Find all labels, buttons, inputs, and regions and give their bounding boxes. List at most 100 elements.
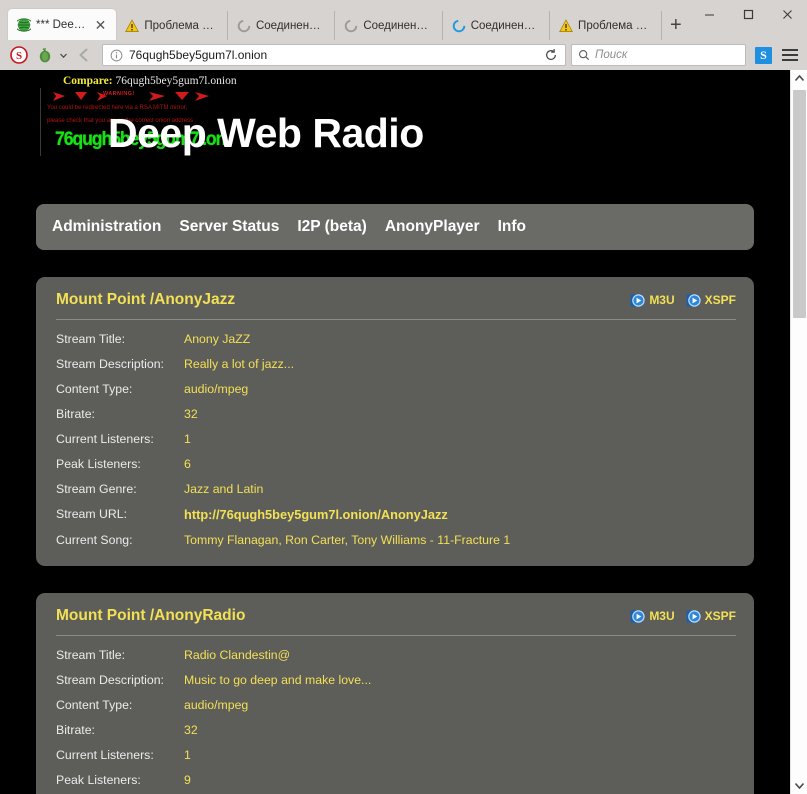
close-button[interactable] xyxy=(768,0,807,28)
browser-titlebar: *** Deep ...✕ Проблема пр... Соединение...… xyxy=(0,0,807,40)
tab-label: Соединение... xyxy=(471,20,541,32)
onion-icon[interactable] xyxy=(34,43,56,67)
browser-tab[interactable]: Соединение... xyxy=(228,11,335,40)
nav-link-administration[interactable]: Administration xyxy=(52,218,161,236)
hamburger-menu-icon[interactable] xyxy=(778,43,802,67)
search-bar[interactable]: Поиск xyxy=(571,44,746,66)
playlist-links: M3U XSPF xyxy=(630,609,736,624)
playlist-link-xspf[interactable]: XSPF xyxy=(686,293,736,308)
mount-point-header: Mount Point /AnonyRadio M3U XSPF xyxy=(56,607,736,635)
playlist-links: M3U XSPF xyxy=(630,293,736,308)
loading-icon xyxy=(237,19,251,33)
torbutton-dropdown-caret-icon[interactable] xyxy=(58,43,69,67)
stream-info-row: Current Song:Tommy Flanagan, Ron Carter,… xyxy=(56,527,736,552)
back-button-icon[interactable] xyxy=(71,43,97,67)
browser-tab[interactable]: Проблема пр... xyxy=(550,11,662,40)
play-icon xyxy=(686,293,701,308)
stream-info-table: Stream Title:Radio Clandestin@Stream Des… xyxy=(56,642,736,792)
stream-info-value: audio/mpeg xyxy=(184,692,736,717)
playlist-link-xspf[interactable]: XSPF xyxy=(686,609,736,624)
playlist-link-m3u[interactable]: M3U xyxy=(630,609,674,624)
stream-info-label: Content Type: xyxy=(56,376,184,401)
mount-point-title: Mount Point /AnonyRadio xyxy=(56,607,245,625)
scroll-down-arrow-icon[interactable] xyxy=(791,777,807,794)
url-text[interactable]: 76qugh5bey5gum7l.onion xyxy=(129,48,538,62)
stream-info-value: audio/mpeg xyxy=(184,376,736,401)
warning-icon xyxy=(125,19,139,33)
reload-button-icon[interactable] xyxy=(544,48,562,62)
stream-info-row: Stream Genre:Jazz and Latin xyxy=(56,476,736,501)
minimize-button[interactable] xyxy=(690,0,729,28)
mount-point-title: Mount Point /AnonyJazz xyxy=(56,291,235,309)
scrollbar-track[interactable] xyxy=(791,87,807,777)
maximize-button[interactable] xyxy=(729,0,768,28)
nav-link-i2p-beta[interactable]: I2P (beta) xyxy=(297,218,367,236)
warning-icon xyxy=(559,19,573,33)
tab-label: Проблема пр... xyxy=(578,20,653,32)
browser-toolbar: S 76qugh5be xyxy=(0,40,807,70)
stream-info-label: Peak Listeners: xyxy=(56,451,184,476)
play-icon xyxy=(630,293,645,308)
tab-strip: *** Deep ...✕ Проблема пр... Соединение...… xyxy=(0,0,690,40)
nav-link-server-status[interactable]: Server Status xyxy=(179,218,279,236)
stream-info-value: Jazz and Latin xyxy=(184,476,736,501)
stream-info-value: 6 xyxy=(184,451,736,476)
compare-url: 76qugh5bey5gum7l.onion xyxy=(116,75,237,87)
stream-info-label: Stream Description: xyxy=(56,351,184,376)
stream-info-label: Content Type: xyxy=(56,692,184,717)
search-placeholder: Поиск xyxy=(595,49,627,61)
stream-info-value: 32 xyxy=(184,717,736,742)
stream-info-value: 32 xyxy=(184,401,736,426)
stream-info-label: Current Song: xyxy=(56,527,184,552)
mount-points-list: Mount Point /AnonyJazz M3U XSPF Stream Titl… xyxy=(0,277,790,794)
compare-label: Compare: xyxy=(63,75,113,87)
stream-info-value: 9 xyxy=(184,767,736,792)
browser-tab[interactable]: Соединение... xyxy=(443,11,550,40)
tab-close-icon[interactable]: ✕ xyxy=(93,18,109,32)
noscript-icon[interactable]: S xyxy=(6,43,32,67)
stream-info-label: Stream Genre: xyxy=(56,476,184,501)
new-tab-button[interactable]: + xyxy=(662,11,690,40)
play-icon xyxy=(686,609,701,624)
browser-window: *** Deep ...✕ Проблема пр... Соединение...… xyxy=(0,0,807,794)
stream-info-label: Bitrate: xyxy=(56,717,184,742)
window-controls xyxy=(690,0,807,40)
scroll-up-arrow-icon[interactable] xyxy=(791,70,807,87)
playlist-link-label: XSPF xyxy=(705,609,736,623)
site-nav-menu: Administration Server Status I2P (beta) Ano… xyxy=(36,204,754,250)
playlist-link-m3u[interactable]: M3U xyxy=(630,293,674,308)
nav-link-anonyplayer[interactable]: AnonyPlayer xyxy=(385,218,480,236)
browser-tab[interactable]: *** Deep ...✕ xyxy=(8,9,116,40)
nav-link-info[interactable]: Info xyxy=(498,218,526,236)
stream-info-row: Content Type:audio/mpeg xyxy=(56,692,736,717)
page-scrollbar[interactable] xyxy=(790,70,807,794)
stream-info-label: Peak Listeners: xyxy=(56,767,184,792)
stream-info-row: Stream URL:http://76qugh5bey5gum7l.onion… xyxy=(56,501,736,527)
stream-info-label: Current Listeners: xyxy=(56,426,184,451)
playlist-link-label: XSPF xyxy=(705,293,736,307)
browser-tab[interactable]: Проблема пр... xyxy=(116,11,228,40)
playlist-link-label: M3U xyxy=(649,293,674,307)
stream-info-value: 1 xyxy=(184,742,736,767)
stream-info-row: Stream Description:Really a lot of jazz.… xyxy=(56,351,736,376)
browser-tab[interactable]: Соединение... xyxy=(335,11,442,40)
extension-icon[interactable]: S xyxy=(755,47,772,64)
web-page: Compare: 76qugh5bey5gum7l.onion xyxy=(0,70,790,794)
stream-info-value: Tommy Flanagan, Ron Carter, Tony William… xyxy=(184,527,736,552)
divider xyxy=(56,635,736,636)
stream-info-label: Stream URL: xyxy=(56,501,184,527)
stream-info-row: Stream Title:Anony JaZZ xyxy=(56,326,736,351)
address-bar[interactable]: 76qugh5bey5gum7l.onion xyxy=(102,44,566,66)
site-info-icon[interactable] xyxy=(110,49,123,62)
stream-info-row: Peak Listeners:6 xyxy=(56,451,736,476)
scrollbar-thumb[interactable] xyxy=(793,90,806,318)
stream-info-value[interactable]: http://76qugh5bey5gum7l.onion/AnonyJazz xyxy=(184,501,736,527)
stream-info-value: Really a lot of jazz... xyxy=(184,351,736,376)
divider xyxy=(56,319,736,320)
tab-label: Проблема пр... xyxy=(144,20,219,32)
playlist-link-label: M3U xyxy=(649,609,674,623)
stream-info-label: Stream Description: xyxy=(56,667,184,692)
stream-info-row: Content Type:audio/mpeg xyxy=(56,376,736,401)
stream-info-value: 1 xyxy=(184,426,736,451)
stream-info-value: Anony JaZZ xyxy=(184,326,736,351)
